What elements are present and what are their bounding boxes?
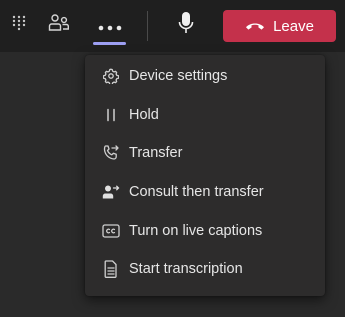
more-options-button[interactable] <box>92 10 128 40</box>
menu-item-start-transcription[interactable]: Start transcription <box>85 250 325 289</box>
menu-item-label: Device settings <box>129 68 228 85</box>
menu-item-hold[interactable]: Hold <box>85 96 325 135</box>
more-options-menu: Device settings Hold Transfer Consult th… <box>85 55 325 296</box>
call-toolbar: Leave <box>0 0 345 52</box>
menu-item-device-settings[interactable]: Device settings <box>85 57 325 96</box>
more-options-icon <box>98 16 122 35</box>
transcript-document-icon <box>101 259 121 279</box>
menu-item-live-captions[interactable]: Turn on live captions <box>85 211 325 250</box>
menu-item-label: Consult then transfer <box>129 184 264 201</box>
leave-label: Leave <box>273 17 314 35</box>
dialpad-icon <box>12 15 26 35</box>
active-indicator <box>93 42 126 45</box>
person-forward-icon <box>101 182 121 202</box>
menu-item-label: Turn on live captions <box>129 222 263 239</box>
people-button[interactable] <box>45 10 73 40</box>
closed-captions-icon <box>101 221 121 241</box>
gear-icon <box>101 66 121 86</box>
hang-up-icon <box>245 18 265 35</box>
menu-item-label: Start transcription <box>129 261 243 278</box>
menu-item-consult-then-transfer[interactable]: Consult then transfer <box>85 173 325 212</box>
people-icon <box>48 13 70 37</box>
microphone-button[interactable] <box>172 9 200 41</box>
dialpad-button[interactable] <box>6 10 32 40</box>
menu-item-label: Hold <box>129 106 159 123</box>
microphone-icon <box>178 11 194 39</box>
menu-item-label: Transfer <box>129 145 183 162</box>
menu-item-transfer[interactable]: Transfer <box>85 134 325 173</box>
toolbar-divider <box>147 11 148 41</box>
leave-button[interactable]: Leave <box>223 10 336 42</box>
call-transfer-icon <box>101 143 121 163</box>
pause-icon <box>101 105 121 125</box>
